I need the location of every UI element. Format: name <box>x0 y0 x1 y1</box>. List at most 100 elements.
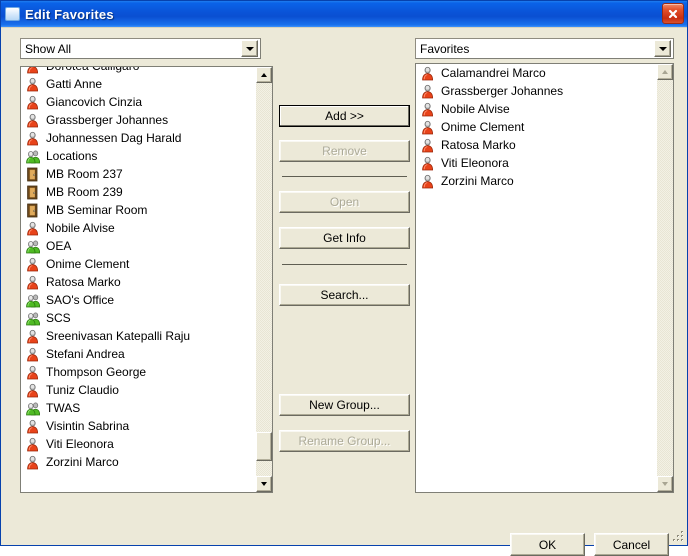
left-scroll-thumb[interactable] <box>256 432 272 461</box>
list-item[interactable]: MB Seminar Room <box>21 201 255 219</box>
list-item[interactable]: Tuniz Claudio <box>21 381 255 399</box>
list-item-label: Ratosa Marko <box>441 138 516 152</box>
list-item-label: Grassberger Johannes <box>441 84 564 98</box>
list-item[interactable]: Grassberger Johannes <box>416 82 656 100</box>
list-item[interactable]: Visintin Sabrina <box>21 417 255 435</box>
scroll-up-button[interactable] <box>657 64 673 80</box>
rename-group-button: Rename Group... <box>279 430 410 452</box>
cancel-button[interactable]: Cancel <box>594 533 669 556</box>
scroll-up-icon <box>662 70 668 74</box>
list-item[interactable]: SAO's Office <box>21 291 255 309</box>
resize-grip-icon[interactable] <box>672 530 685 543</box>
door-icon <box>27 167 38 181</box>
list-item-label: Zorzini Marco <box>441 174 514 188</box>
list-item-label: Tuniz Claudio <box>46 383 119 397</box>
list-item-label: SAO's Office <box>46 293 115 307</box>
person-icon <box>27 419 39 433</box>
person-icon <box>422 102 434 116</box>
person-icon <box>27 275 39 289</box>
list-item[interactable]: Grassberger Johannes <box>21 111 255 129</box>
list-item-label: Viti Eleonora <box>441 156 509 170</box>
scroll-up-button[interactable] <box>256 67 272 83</box>
list-item[interactable]: Nobile Alvise <box>21 219 255 237</box>
right-list-scrollbar[interactable] <box>656 64 673 492</box>
list-item-label: MB Seminar Room <box>46 203 148 217</box>
list-item[interactable]: Stefani Andrea <box>21 345 255 363</box>
scroll-down-icon <box>261 482 267 486</box>
group-icon <box>26 294 40 307</box>
list-item[interactable]: Zorzini Marco <box>21 453 255 471</box>
list-item[interactable]: Nobile Alvise <box>416 100 656 118</box>
right-filter-arrow-button[interactable] <box>654 40 671 57</box>
chevron-down-icon <box>658 46 667 51</box>
ok-button[interactable]: OK <box>510 533 585 556</box>
chevron-down-icon <box>245 46 254 51</box>
list-item[interactable]: Ratosa Marko <box>416 136 656 154</box>
list-item[interactable]: Onime Clement <box>416 118 656 136</box>
favorites-listbox[interactable]: Calamandrei Marco Grassberger Johannes Nob… <box>415 63 674 493</box>
list-item-label: Nobile Alvise <box>441 102 510 116</box>
person-icon <box>422 120 434 134</box>
person-icon <box>27 95 39 109</box>
list-item-label: MB Room 237 <box>46 167 123 181</box>
search-button[interactable]: Search... <box>279 284 410 306</box>
list-item[interactable]: OEA <box>21 237 255 255</box>
person-icon <box>27 437 39 451</box>
list-item-label: Stefani Andrea <box>46 347 125 361</box>
scroll-down-button[interactable] <box>657 476 673 492</box>
list-item-label: MB Room 239 <box>46 185 123 199</box>
list-item[interactable]: Sreenivasan Katepalli Raju <box>21 327 255 345</box>
left-filter-arrow-button[interactable] <box>241 40 258 57</box>
list-item[interactable]: Calamandrei Marco <box>416 64 656 82</box>
person-icon <box>27 131 39 145</box>
right-filter-combobox[interactable]: Favorites <box>415 38 674 59</box>
left-scroll-track[interactable] <box>256 83 272 476</box>
list-item[interactable]: Ratosa Marko <box>21 273 255 291</box>
right-filter-value: Favorites <box>420 41 470 56</box>
group-icon <box>26 312 40 325</box>
list-item[interactable]: Onime Clement <box>21 255 255 273</box>
list-item-label: Locations <box>46 149 98 163</box>
list-item[interactable]: Gatti Anne <box>21 75 255 93</box>
list-item-label: Onime Clement <box>441 120 525 134</box>
button-separator <box>282 264 407 265</box>
list-item-label: Ratosa Marko <box>46 275 121 289</box>
favorites-list[interactable]: Calamandrei Marco Grassberger Johannes Nob… <box>416 64 656 492</box>
close-icon <box>668 9 678 18</box>
list-item-label: Sreenivasan Katepalli Raju <box>46 329 191 343</box>
left-list-scrollbar[interactable] <box>255 67 272 492</box>
list-item[interactable]: Viti Eleonora <box>21 435 255 453</box>
titlebar[interactable]: Edit Favorites <box>1 1 687 27</box>
list-item[interactable]: Viti Eleonora <box>416 154 656 172</box>
get-info-button[interactable]: Get Info <box>279 227 410 249</box>
list-item[interactable]: MB Room 237 <box>21 165 255 183</box>
new-group-button[interactable]: New Group... <box>279 394 410 416</box>
scroll-down-button[interactable] <box>256 476 272 492</box>
door-icon <box>27 203 38 217</box>
list-item-label: Grassberger Johannes <box>46 113 169 127</box>
list-item[interactable]: Thompson George <box>21 363 255 381</box>
left-filter-value: Show All <box>25 41 72 56</box>
person-icon <box>422 84 434 98</box>
close-button[interactable] <box>662 3 684 24</box>
add-button[interactable]: Add >> <box>279 105 410 127</box>
list-item[interactable]: Johannessen Dag Harald <box>21 129 255 147</box>
button-separator <box>282 176 407 177</box>
list-item[interactable]: SCS <box>21 309 255 327</box>
list-item[interactable]: TWAS <box>21 399 255 417</box>
dialog-body: Show All Favorites Dorotea Calligaro Gatt… <box>1 27 687 556</box>
door-icon <box>27 185 38 199</box>
list-item[interactable]: Giancovich Cinzia <box>21 93 255 111</box>
list-item[interactable]: Locations <box>21 147 255 165</box>
person-icon <box>422 174 434 188</box>
person-icon <box>27 67 39 73</box>
all-contacts-list[interactable]: Dorotea Calligaro Gatti Anne Giancovich Ci… <box>21 67 255 492</box>
left-filter-combobox[interactable]: Show All <box>20 38 261 59</box>
all-contacts-listbox[interactable]: Dorotea Calligaro Gatti Anne Giancovich Ci… <box>20 66 273 493</box>
list-item-label: Zorzini Marco <box>46 455 119 469</box>
person-icon <box>27 383 39 397</box>
list-item[interactable]: Dorotea Calligaro <box>21 67 255 75</box>
list-item[interactable]: MB Room 239 <box>21 183 255 201</box>
list-item-label: SCS <box>46 311 71 325</box>
list-item[interactable]: Zorzini Marco <box>416 172 656 190</box>
